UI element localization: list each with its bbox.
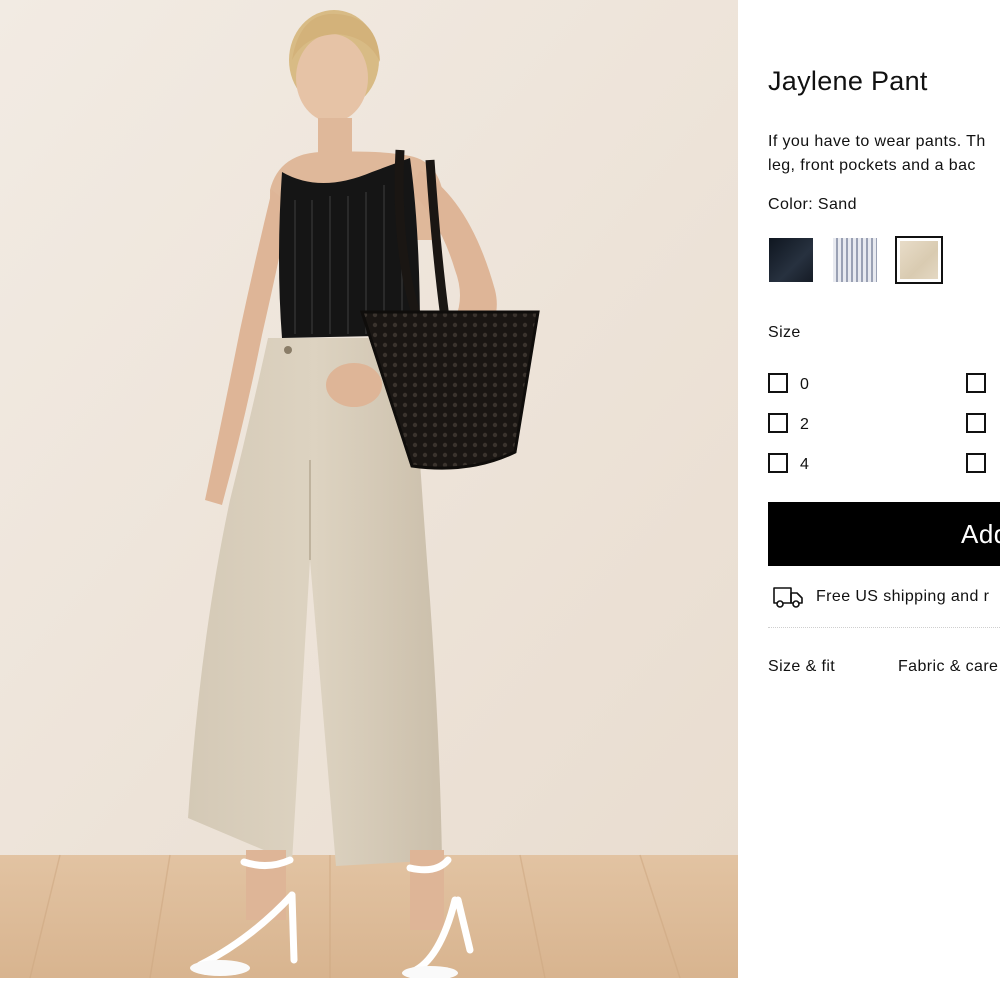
tab-size-fit[interactable]: Size & fit bbox=[768, 658, 835, 676]
product-description: If you have to wear pants. Th leg, front… bbox=[768, 130, 1000, 178]
size-checkbox[interactable] bbox=[768, 413, 788, 433]
size-heading: Size bbox=[768, 324, 801, 341]
size-checkbox[interactable] bbox=[966, 413, 986, 433]
shipping-info: Free US shipping and r bbox=[772, 582, 989, 612]
color-swatches bbox=[768, 236, 1000, 284]
description-line: leg, front pockets and a bac bbox=[768, 157, 976, 174]
description-line: If you have to wear pants. Th bbox=[768, 133, 986, 150]
selected-color-label: Color: Sand bbox=[768, 196, 857, 213]
size-checkbox[interactable] bbox=[768, 453, 788, 473]
size-checkbox[interactable] bbox=[966, 453, 986, 473]
swatch-stripe[interactable] bbox=[833, 238, 877, 282]
swatch-fill bbox=[833, 238, 877, 282]
size-option-4[interactable]: 4 bbox=[768, 449, 809, 473]
product-info-panel: Jaylene Pant If you have to wear pants. … bbox=[768, 0, 1000, 1000]
swatch-navy[interactable] bbox=[769, 238, 813, 282]
size-option-0[interactable]: 0 bbox=[768, 369, 809, 393]
swatch-sand[interactable] bbox=[895, 236, 943, 284]
size-option-col2-3[interactable] bbox=[966, 449, 986, 473]
swatch-fill bbox=[900, 241, 938, 279]
size-value: 2 bbox=[800, 416, 809, 433]
size-option-col2-1[interactable] bbox=[966, 369, 986, 393]
size-value: 0 bbox=[800, 376, 809, 393]
size-value: 4 bbox=[800, 456, 809, 473]
product-title: Jaylene Pant bbox=[768, 66, 928, 96]
add-to-bag-button[interactable]: Add bbox=[768, 502, 1000, 566]
size-option-col2-2[interactable] bbox=[966, 409, 986, 433]
truck-icon bbox=[773, 587, 803, 608]
size-checkbox[interactable] bbox=[966, 373, 986, 393]
model-illustration bbox=[0, 0, 738, 978]
shipping-text: Free US shipping and r bbox=[816, 588, 990, 605]
swatch-fill bbox=[769, 238, 813, 282]
size-option-2[interactable]: 2 bbox=[768, 409, 809, 433]
divider bbox=[768, 627, 1000, 628]
tab-fabric-care[interactable]: Fabric & care bbox=[898, 658, 998, 676]
size-checkbox[interactable] bbox=[768, 373, 788, 393]
product-photo[interactable] bbox=[0, 0, 738, 978]
